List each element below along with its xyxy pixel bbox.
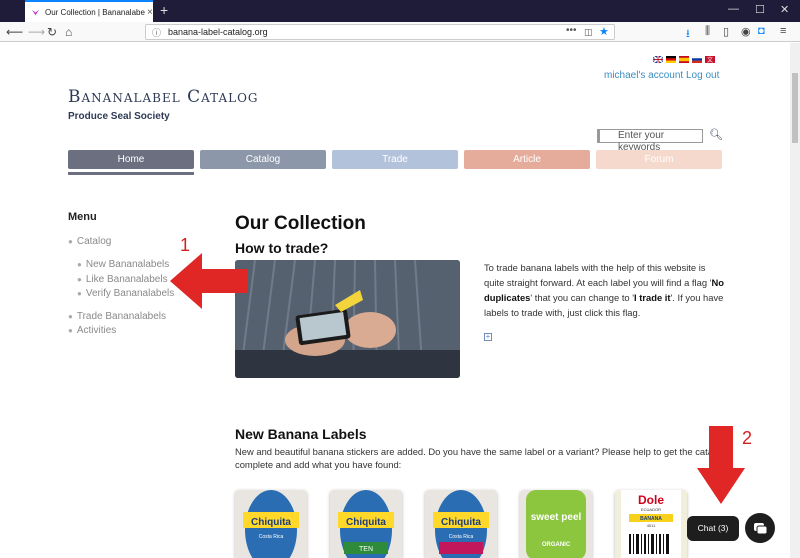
trade-text-part: To trade banana labels with the help of … xyxy=(484,262,712,288)
sidebar-item-label: Activities xyxy=(76,325,117,336)
page-content: 文 michael's account Log out Bananalabel … xyxy=(0,43,790,558)
label-extra-text: BANANA xyxy=(640,516,662,522)
label-brand-text: Chiquita xyxy=(346,517,386,528)
home-icon[interactable]: ⌂ xyxy=(65,25,72,39)
label-thumbnail[interactable]: Chiquita Costa Rica xyxy=(425,490,497,558)
sidebar-item-like[interactable]: ● Like Bananalabels xyxy=(77,274,168,285)
forward-icon[interactable]: ⟶ xyxy=(28,25,45,39)
new-labels-heading: New Banana Labels xyxy=(235,426,367,442)
label-thumbnail[interactable]: Chiquita Costa Rica xyxy=(235,490,307,558)
label-code-text: 4011 xyxy=(647,523,656,528)
site-favicon-icon xyxy=(31,9,40,15)
annotation-arrow-down-icon xyxy=(697,426,745,504)
site-info-icon[interactable]: ⓘ xyxy=(152,26,161,39)
trade-text-part: ' that you can change to ' xyxy=(530,292,635,303)
sidebar-icon[interactable]: ▯ xyxy=(723,25,729,38)
tab-close-icon[interactable]: × xyxy=(147,7,153,18)
label-sub-text: TEN xyxy=(359,546,373,553)
trade-photo xyxy=(235,260,460,378)
flag-ru-icon[interactable] xyxy=(692,56,702,63)
sidebar-item-activities[interactable]: ● Activities xyxy=(68,325,116,336)
account-link[interactable]: michael's account xyxy=(604,70,683,81)
close-window-icon[interactable]: ✕ xyxy=(780,3,789,16)
flag-uk-icon[interactable] xyxy=(653,56,663,63)
sidebar-item-label: Trade Bananalabels xyxy=(76,311,166,322)
downloads-icon[interactable]: ⭳ xyxy=(686,25,690,44)
label-sub-text: Costa Rica xyxy=(449,534,474,540)
search-input[interactable]: Enter your keywords xyxy=(597,129,703,153)
bookmark-star-icon[interactable]: ★ xyxy=(599,25,609,38)
label-brand-text: sweet peel xyxy=(531,512,582,523)
browser-tabbar: Our Collection | Bananalabel Ca… × + — ☐… xyxy=(0,0,800,22)
browser-tab[interactable]: Our Collection | Bananalabel Ca… × xyxy=(25,0,153,22)
sidebar-item-label: Catalog xyxy=(76,236,112,247)
sidebar-item-label: Verify Bananalabels xyxy=(85,288,175,299)
sidebar-item-catalog[interactable]: ● Catalog xyxy=(68,236,111,247)
label-sub-text: ORGANIC xyxy=(542,542,571,548)
active-tab-indicator xyxy=(68,172,194,175)
label-brand-text: Chiquita xyxy=(251,517,291,528)
sidebar-item-new[interactable]: ● New Bananalabels xyxy=(77,259,169,270)
trade-description: To trade banana labels with the help of … xyxy=(484,260,724,320)
tab-forum[interactable]: Forum xyxy=(596,150,722,169)
label-thumbnail[interactable]: Dole ECUADOR BANANA 4011 xyxy=(615,490,687,558)
library-icon[interactable]: ⫼ xyxy=(705,25,710,38)
url-text[interactable]: banana-label-catalog.org xyxy=(168,27,268,37)
site-title[interactable]: Bananalabel Catalog xyxy=(68,87,259,107)
label-sub-text: Costa Rica xyxy=(259,534,284,540)
flag-other-icon[interactable]: 文 xyxy=(705,56,715,63)
sidebar-item-verify[interactable]: ● Verify Bananalabels xyxy=(77,288,174,299)
label-brand-text: Chiquita xyxy=(441,517,481,528)
tab-title: Our Collection | Bananalabel Ca… xyxy=(45,7,145,17)
flag-de-icon[interactable] xyxy=(666,56,676,63)
language-flags: 文 xyxy=(653,56,715,63)
label-thumbnail[interactable]: sweet peel ORGANIC xyxy=(520,490,592,558)
label-sub-text: ECUADOR xyxy=(641,507,661,512)
tab-home[interactable]: Home xyxy=(68,150,194,169)
search-icon[interactable]: 🔍︎ xyxy=(709,128,723,141)
scrollbar-thumb[interactable] xyxy=(792,73,798,143)
tab-article[interactable]: Article xyxy=(464,150,590,169)
logout-link[interactable]: Log out xyxy=(686,70,719,81)
pocket-icon[interactable]: ◫ xyxy=(584,27,593,38)
flag-es-icon[interactable] xyxy=(679,56,689,63)
svg-text:文: 文 xyxy=(707,56,713,63)
tab-trade[interactable]: Trade xyxy=(332,150,458,169)
expand-icon[interactable]: + xyxy=(484,333,492,341)
extension-icon[interactable]: ◉ xyxy=(741,25,751,38)
sidebar-item-trade[interactable]: ● Trade Bananalabels xyxy=(68,311,166,322)
annotation-arrow-left-icon xyxy=(170,253,248,309)
back-icon[interactable]: ⟵ xyxy=(6,25,23,39)
chat-bubble-icon[interactable] xyxy=(745,513,775,543)
page-title: Our Collection xyxy=(235,213,366,234)
tab-catalog[interactable]: Catalog xyxy=(200,150,326,169)
main-nav: Home Catalog Trade Article Forum xyxy=(68,150,728,170)
sidebar-item-label: Like Bananalabels xyxy=(85,274,168,285)
chat-button[interactable]: Chat (3) xyxy=(687,516,739,541)
site-subtitle: Produce Seal Society xyxy=(68,111,170,122)
new-tab-button[interactable]: + xyxy=(160,2,168,18)
url-bar[interactable]: ⓘ banana-label-catalog.org ••• ◫ ★ xyxy=(145,24,615,40)
i-trade-it-text: I trade it xyxy=(634,292,671,303)
extension-2-icon[interactable]: ◘ xyxy=(758,25,765,37)
minimize-icon[interactable]: — xyxy=(728,3,739,15)
browser-toolbar: ⟵ ⟶ ↻ ⌂ ⓘ banana-label-catalog.org ••• ◫… xyxy=(0,22,800,42)
maximize-icon[interactable]: ☐ xyxy=(755,3,765,16)
menu-title: Menu xyxy=(68,211,97,223)
sidebar-item-label: New Bananalabels xyxy=(85,259,170,270)
label-brand-text: Dole xyxy=(638,493,664,507)
page-scrollbar[interactable] xyxy=(790,43,800,558)
reload-icon[interactable]: ↻ xyxy=(47,25,57,39)
menu-icon[interactable]: ≡ xyxy=(780,25,786,37)
page-actions-icon[interactable]: ••• xyxy=(566,25,577,36)
label-thumbnail[interactable]: Chiquita TEN xyxy=(330,490,402,558)
